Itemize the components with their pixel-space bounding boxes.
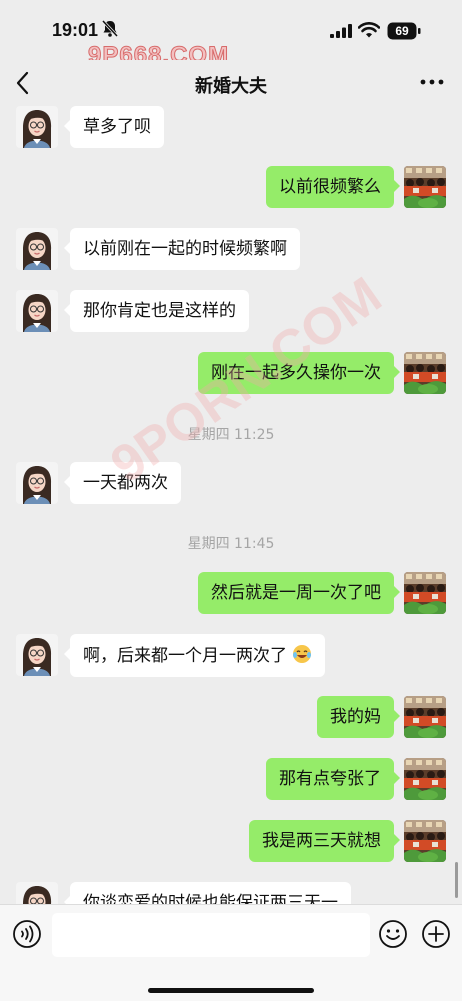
contact-avatar[interactable]	[16, 290, 58, 332]
timestamp: 星期四 11:45	[187, 536, 275, 552]
message-input[interactable]	[52, 913, 370, 957]
received-message[interactable]: 以前刚在一起的时候频繁啊	[64, 228, 300, 270]
wifi-icon	[358, 22, 380, 38]
timestamp: 星期四 11:25	[187, 427, 275, 443]
contact-avatar[interactable]	[16, 106, 58, 148]
user-avatar[interactable]	[404, 572, 446, 614]
more-dots-icon[interactable]	[418, 72, 446, 92]
signal-icon	[330, 24, 352, 38]
nav-bar: 新婚大夫	[0, 60, 462, 106]
message-text: 啊，后来都一个月一两次了	[83, 646, 287, 666]
contact-avatar[interactable]	[16, 228, 58, 270]
sent-message[interactable]: 我的妈	[317, 696, 400, 738]
status-bar: 19:01 69 9P668.COM	[0, 0, 462, 70]
status-time: 19:01	[52, 20, 99, 40]
laughing-tears-emoji-icon	[293, 645, 312, 663]
bell-slash-icon	[102, 20, 118, 38]
scrollbar[interactable]	[455, 862, 458, 898]
sent-message[interactable]: 以前很频繁么	[266, 166, 400, 208]
sent-message[interactable]: 刚在一起多久操你一次	[198, 352, 400, 394]
user-avatar[interactable]	[404, 696, 446, 738]
sent-message[interactable]: 然后就是一周一次了吧	[198, 572, 400, 614]
received-message[interactable]: 那你肯定也是这样的	[64, 290, 249, 332]
contact-avatar[interactable]	[16, 882, 58, 906]
sent-message[interactable]: 我是两三天就想	[249, 820, 400, 862]
sent-message[interactable]: 那有点夸张了	[266, 758, 400, 800]
user-avatar[interactable]	[404, 758, 446, 800]
user-avatar[interactable]	[404, 820, 446, 862]
voice-icon[interactable]	[12, 919, 42, 949]
received-message[interactable]: 一天都两次	[64, 462, 181, 504]
chat-area[interactable]: 草多了呗 以前很频繁么 以前刚在一起的时候频繁啊 那你肯定也是这样的 刚在一起多…	[0, 106, 462, 906]
home-indicator	[148, 988, 314, 993]
contact-avatar[interactable]	[16, 462, 58, 504]
user-avatar[interactable]	[404, 352, 446, 394]
emoji-icon[interactable]	[378, 919, 408, 949]
received-message[interactable]: 你谈恋爱的时候也能保证两三天一	[64, 882, 351, 906]
input-bar	[0, 904, 462, 1001]
received-message[interactable]: 啊，后来都一个月一两次了	[63, 634, 326, 677]
plus-icon[interactable]	[421, 919, 451, 949]
received-message[interactable]: 草多了呗	[64, 106, 164, 148]
chat-title: 新婚大夫	[195, 76, 267, 97]
user-avatar[interactable]	[404, 166, 446, 208]
battery-level: 69	[395, 24, 409, 38]
contact-avatar[interactable]	[16, 634, 58, 676]
